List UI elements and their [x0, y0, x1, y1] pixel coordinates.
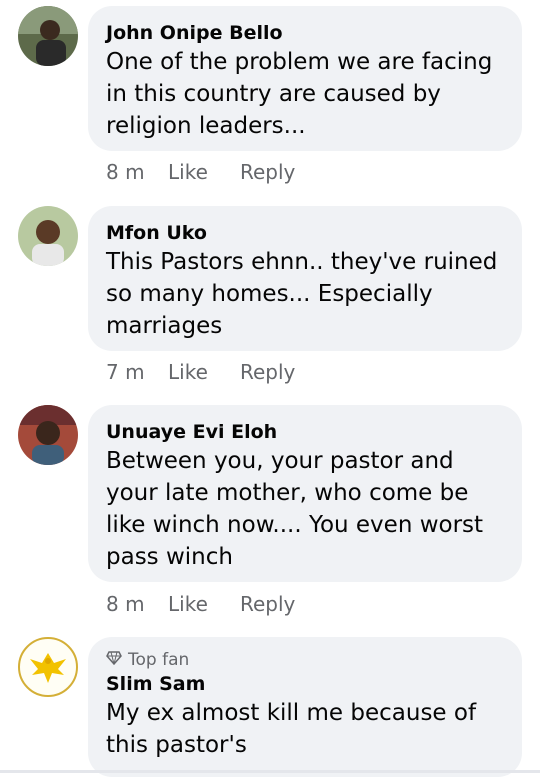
like-button[interactable]: Like — [168, 592, 240, 616]
avatar-mfon-image — [18, 206, 78, 266]
comment-bubble[interactable]: John Onipe Bello One of the problem we a… — [88, 6, 522, 151]
comment-bubble[interactable]: Mfon Uko This Pastors ehnn.. they've rui… — [88, 206, 522, 351]
reply-button[interactable]: Reply — [240, 360, 295, 384]
avatar-unuaye-image — [18, 405, 78, 465]
comment-text: This Pastors ehnn.. they've ruined so ma… — [106, 249, 498, 339]
diamond-icon — [106, 649, 122, 671]
avatar[interactable] — [18, 206, 78, 266]
comment-author[interactable]: Slim Sam — [106, 671, 504, 697]
comment-timestamp[interactable]: 7 m — [106, 360, 168, 384]
avatar[interactable] — [18, 405, 78, 465]
reply-button[interactable]: Reply — [240, 160, 295, 184]
comment-bubble[interactable]: Unuaye Evi Eloh Between you, your pastor… — [88, 405, 522, 582]
like-button[interactable]: Like — [168, 160, 240, 184]
comment-timestamp[interactable]: 8 m — [106, 160, 168, 184]
comment-text: Between you, your pastor and your late m… — [106, 448, 484, 570]
comment-timestamp[interactable]: 8 m — [106, 592, 168, 616]
comment-actions: 8 m Like Reply — [106, 592, 295, 616]
avatar-john-image — [18, 6, 78, 66]
comment-author[interactable]: John Onipe Bello — [106, 20, 504, 46]
comment-bubble[interactable]: Top fan Slim Sam My ex almost kill me be… — [88, 637, 522, 777]
comment-text: One of the problem we are facing in this… — [106, 49, 493, 139]
comment-actions: 7 m Like Reply — [106, 360, 295, 384]
eagle-logo-icon — [30, 653, 66, 683]
avatar[interactable] — [18, 6, 78, 66]
like-button[interactable]: Like — [168, 360, 240, 384]
badge-label: Top fan — [128, 650, 190, 670]
comment-author[interactable]: Unuaye Evi Eloh — [106, 419, 504, 445]
avatar[interactable] — [18, 637, 78, 697]
comment-actions: 8 m Like Reply — [106, 160, 295, 184]
reply-button[interactable]: Reply — [240, 592, 295, 616]
comment-text: My ex almost kill me because of this pas… — [106, 700, 477, 758]
top-fan-badge: Top fan — [106, 649, 504, 671]
comment-author[interactable]: Mfon Uko — [106, 220, 504, 246]
